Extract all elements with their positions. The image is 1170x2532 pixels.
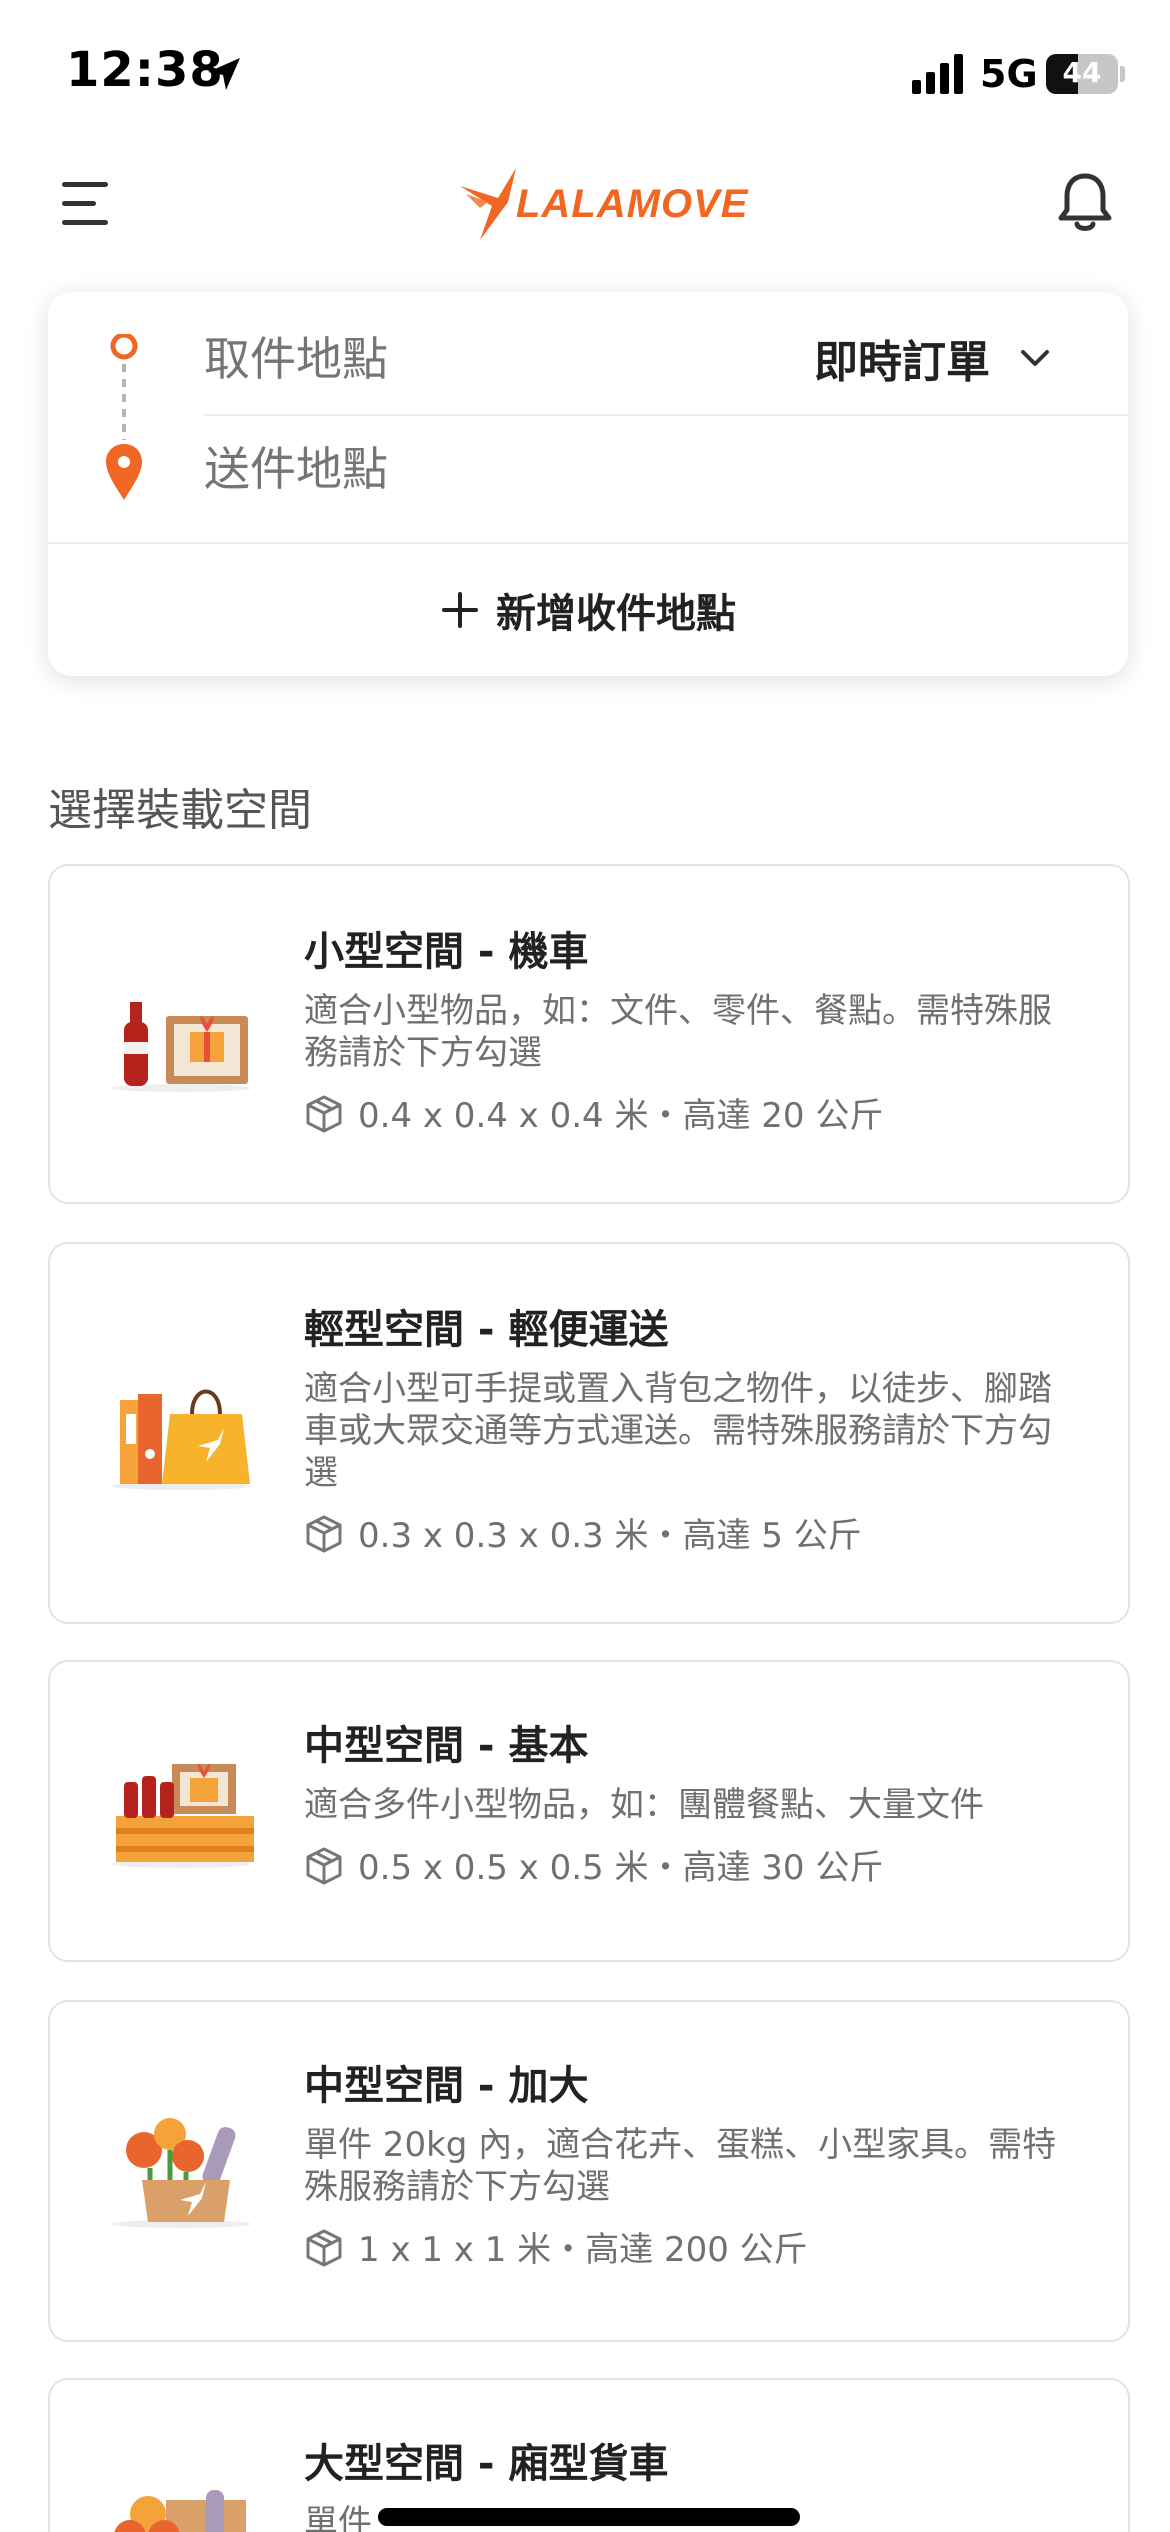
stacked-crates-illustration: [111, 1764, 254, 1868]
home-indicator: [378, 2508, 800, 2526]
vehicle-title: 輕型空間 - 輕便運送: [304, 1307, 669, 1353]
chevron-down-icon: [1021, 350, 1049, 366]
route-icon: [106, 334, 142, 500]
vehicle-spec: 0.3 x 0.3 x 0.3 米・高達 5 公斤: [304, 1508, 1068, 1557]
vehicle-title: 小型空間 - 機車: [304, 929, 589, 975]
plus-icon: [442, 592, 478, 628]
flowers-box-illustration: [111, 2118, 251, 2228]
status-time: 12:38: [66, 42, 224, 98]
vehicle-spec: 0.4 x 0.4 x 0.4 米・高達 20 公斤: [304, 1088, 1068, 1137]
package-box-icon: [306, 1847, 342, 1884]
order-type-dropdown[interactable]: 即時訂單: [814, 326, 1050, 390]
package-box-icon: [306, 1515, 342, 1552]
vehicle-option-medium-basic[interactable]: 中型空間 - 基本 適合多件小型物品，如：團體餐點、大量文件 0.5 x 0.5…: [48, 1660, 1130, 1962]
network-type: 5G: [980, 52, 1038, 96]
vehicle-description: 適合小型可手提或置入背包之物件，以徒步、腳踏車或大眾交通等方式運送。需特殊服務請…: [304, 1369, 1052, 1493]
vehicle-option-motorcycle[interactable]: 小型空間 - 機車 適合小型物品，如：文件、零件、餐點。需特殊服務請於下方勾選 …: [48, 864, 1130, 1204]
status-bar: 12:38 5G 44: [0, 0, 1170, 140]
section-title: 選擇裝載空間: [48, 785, 312, 836]
vehicle-spec-text: 0.3 x 0.3 x 0.3 米・高達 5 公斤: [358, 1516, 862, 1556]
battery-icon: 44: [1046, 54, 1118, 94]
motorcycle-cargo-illustration: [111, 1002, 251, 1092]
battery-tip: [1120, 66, 1125, 82]
signal-icon: [912, 54, 963, 94]
order-type-label: 即時訂單: [814, 337, 990, 388]
vehicle-option-medium-large[interactable]: 中型空間 - 加大 單件 20kg 內，適合花卉、蛋糕、小型家具。需特殊服務請於…: [48, 2000, 1130, 2342]
hamburger-menu-icon[interactable]: [62, 182, 108, 226]
battery-percent: 44: [1062, 56, 1102, 89]
vehicle-title: 中型空間 - 基本: [304, 1723, 589, 1769]
vehicle-spec: 1 x 1 x 1 米・高達 200 公斤: [304, 2222, 1068, 2271]
package-box-icon: [306, 2229, 342, 2266]
divider: [204, 414, 1128, 416]
dropoff-location-input[interactable]: [204, 442, 1004, 496]
vehicle-spec-text: 1 x 1 x 1 米・高達 200 公斤: [358, 2230, 808, 2270]
vehicle-description: 單件 20kg 內，適合花卉、蛋糕、小型家具。需特殊服務請於下方勾選: [304, 2125, 1057, 2207]
add-stop-button[interactable]: 新增收件地點: [48, 544, 1128, 676]
brand-name: LALAMOVE: [516, 181, 749, 226]
address-card: 即時訂單 新增收件地點: [48, 292, 1128, 676]
vehicle-description: 適合多件小型物品，如：團體餐點、大量文件: [304, 1785, 984, 1825]
vehicle-title: 中型空間 - 加大: [304, 2063, 589, 2109]
vehicle-spec-text: 0.4 x 0.4 x 0.4 米・高達 20 公斤: [358, 1096, 884, 1136]
add-stop-label: 新增收件地點: [496, 591, 736, 637]
vehicle-spec-text: 0.5 x 0.5 x 0.5 米・高達 30 公斤: [358, 1848, 884, 1888]
package-box-icon: [306, 1095, 342, 1132]
vehicle-title: 大型空間 - 廂型貨車: [304, 2441, 669, 2487]
vehicle-description: 適合小型物品，如：文件、零件、餐點。需特殊服務請於下方勾選: [304, 991, 1052, 1073]
vehicle-option-light[interactable]: 輕型空間 - 輕便運送 適合小型可手提或置入背包之物件，以徒步、腳踏車或大眾交通…: [48, 1242, 1130, 1624]
bell-icon[interactable]: [1056, 172, 1114, 234]
pickup-location-input[interactable]: [204, 332, 764, 386]
location-arrow-icon: [208, 58, 240, 90]
lalamove-bird-icon: [460, 168, 516, 240]
vehicle-spec: 0.5 x 0.5 x 0.5 米・高達 30 公斤: [304, 1840, 1068, 1889]
brand-logo: LALAMOVE: [458, 164, 748, 244]
van-cargo-illustration: [114, 2490, 246, 2532]
bag-and-folders-illustration: [111, 1389, 251, 1490]
